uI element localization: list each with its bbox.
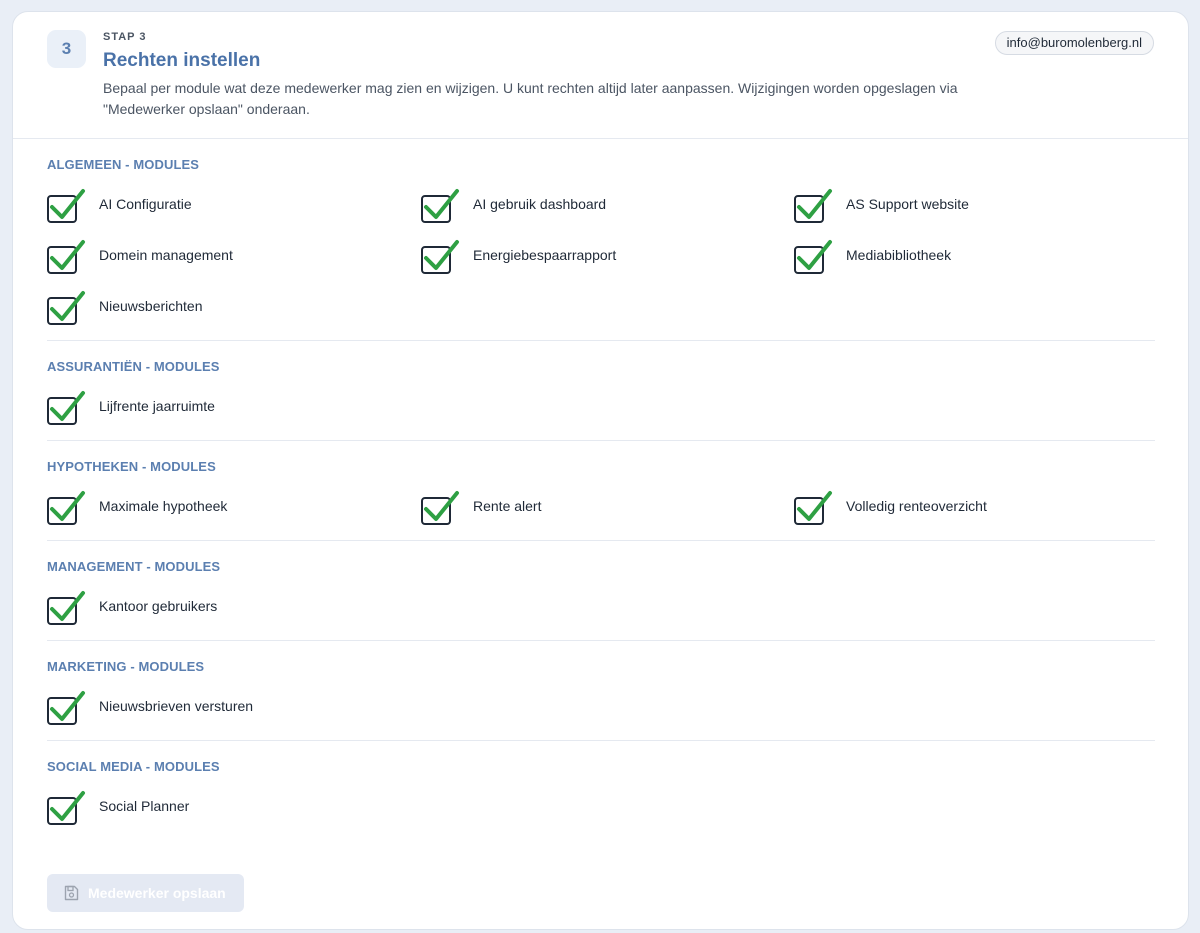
save-employee-button[interactable]: Medewerker opslaan [47, 874, 244, 912]
section-divider [47, 740, 1155, 741]
permission-item: Maximale hypotheek [47, 491, 228, 525]
step-number-badge: 3 [47, 30, 86, 68]
section-title: MANAGEMENT - MODULES [47, 559, 221, 574]
permission-label: Rente alert [473, 498, 542, 514]
permission-checkbox[interactable] [47, 291, 85, 325]
permission-checkbox[interactable] [421, 240, 459, 274]
permission-checkbox[interactable] [794, 189, 832, 223]
section-divider [47, 540, 1155, 541]
permission-item: AI gebruik dashboard [421, 189, 607, 223]
permission-label: Nieuwsberichten [99, 298, 203, 314]
section-divider [47, 340, 1155, 341]
permission-checkbox[interactable] [47, 791, 85, 825]
permission-checkbox[interactable] [421, 189, 459, 223]
checkmark-icon [50, 291, 85, 321]
permission-label: Lijfrente jaarruimte [99, 398, 215, 414]
section-title: ALGEMEEN - MODULES [47, 157, 200, 172]
checkmark-icon [797, 240, 832, 270]
checkmark-icon [424, 240, 459, 270]
permission-label: Nieuwsbrieven versturen [99, 698, 254, 714]
save-button-label: Medewerker opslaan [88, 885, 226, 901]
permission-item: Nieuwsberichten [47, 291, 203, 325]
permission-label: Social Planner [99, 798, 190, 814]
checkmark-icon [50, 240, 85, 270]
permission-item: Kantoor gebruikers [47, 591, 218, 625]
checkmark-icon [50, 791, 85, 821]
page-description: Bepaal per module wat deze medewerker ma… [103, 80, 958, 117]
section-title: HYPOTHEKEN - MODULES [47, 459, 216, 474]
permission-checkbox[interactable] [47, 691, 85, 725]
permission-item: AI Configuratie [47, 189, 192, 223]
permission-item: Social Planner [47, 791, 190, 825]
section-divider [47, 440, 1155, 441]
permission-label: Energiebespaarrapport [473, 247, 617, 263]
permission-label: Maximale hypotheek [99, 498, 228, 514]
permission-label: Kantoor gebruikers [99, 598, 218, 614]
permission-checkbox[interactable] [47, 391, 85, 425]
permission-item: Mediabibliotheek [794, 240, 952, 274]
permission-checkbox[interactable] [794, 240, 832, 274]
permission-item: Nieuwsbrieven versturen [47, 691, 254, 725]
permission-checkbox[interactable] [47, 491, 85, 525]
permission-label: AI Configuratie [99, 196, 192, 212]
checkmark-icon [50, 691, 85, 721]
checkmark-icon [424, 491, 459, 521]
permission-checkbox[interactable] [47, 189, 85, 223]
checkmark-icon [797, 189, 832, 219]
permission-checkbox[interactable] [47, 240, 85, 274]
section-title: ASSURANTIËN - MODULES [47, 359, 220, 374]
checkmark-icon [50, 391, 85, 421]
page-title: Rechten instellen [103, 50, 261, 71]
checkmark-icon [50, 591, 85, 621]
permission-item: Volledig renteoverzicht [794, 491, 987, 525]
checkmark-icon [50, 189, 85, 219]
permission-item: AS Support website [794, 189, 969, 223]
permission-item: Lijfrente jaarruimte [47, 391, 215, 425]
permission-label: AS Support website [846, 196, 969, 212]
permissions-card: 3 STAP 3 Rechten instellen Bepaal per mo… [12, 11, 1189, 930]
permission-label: Domein management [99, 247, 233, 263]
checkmark-icon [797, 491, 832, 521]
permission-item: Energiebespaarrapport [421, 240, 617, 274]
permission-checkbox[interactable] [47, 591, 85, 625]
checkmark-icon [50, 491, 85, 521]
section-divider [47, 640, 1155, 641]
step-label: STAP 3 [103, 31, 147, 43]
user-email-badge: info@buromolenberg.nl [994, 31, 1154, 55]
permission-checkbox[interactable] [794, 491, 832, 525]
card-header: 3 STAP 3 Rechten instellen Bepaal per mo… [13, 12, 1188, 139]
permission-label: Volledig renteoverzicht [846, 498, 987, 514]
save-icon [64, 885, 79, 901]
permission-checkbox[interactable] [421, 491, 459, 525]
permission-label: Mediabibliotheek [846, 247, 952, 263]
permission-label: AI gebruik dashboard [473, 196, 607, 212]
permission-item: Domein management [47, 240, 233, 274]
checkmark-icon [424, 189, 459, 219]
section-title: MARKETING - MODULES [47, 659, 205, 674]
permission-item: Rente alert [421, 491, 542, 525]
section-title: SOCIAL MEDIA - MODULES [47, 759, 220, 774]
